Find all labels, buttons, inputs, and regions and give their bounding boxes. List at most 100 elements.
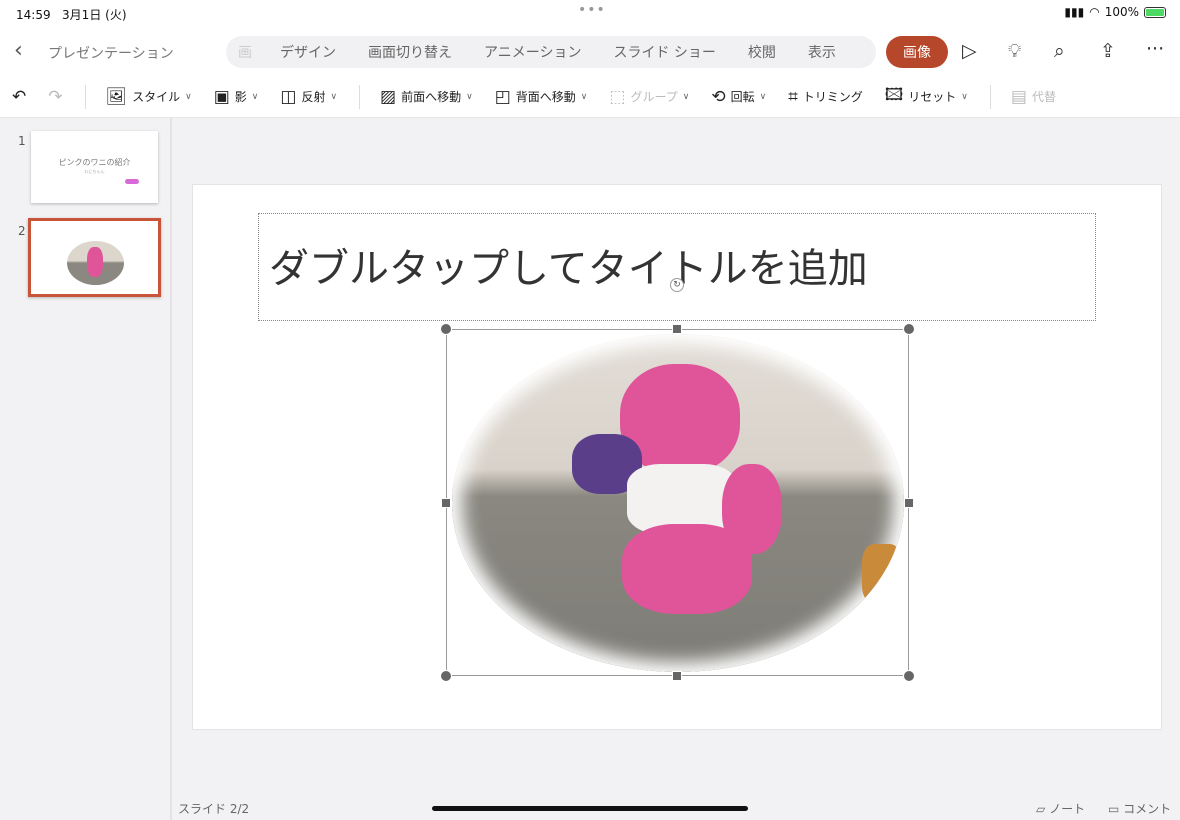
plush-shape — [87, 247, 103, 277]
alt-text-button[interactable]: ▤ 代替 — [1011, 87, 1056, 107]
slide-thumbnail-1[interactable]: ピンクのワニの紹介 わにちゃん — [31, 131, 158, 203]
tab-transitions[interactable]: 画面切り替え — [352, 42, 468, 62]
status-time: 14:59 3月1日 (火) — [16, 8, 127, 22]
chevron-down-icon: ∨ — [580, 91, 588, 102]
shadow-button[interactable]: ▣ 影 ∨ — [214, 87, 259, 107]
thumbnail-title: ピンクのワニの紹介 — [58, 158, 131, 167]
style-button[interactable]: 🖼︎ スタイル ∨ — [106, 87, 192, 107]
tab-strip: 画 デザイン 画面切り替え アニメーション スライド ショー 校閲 表示 — [226, 36, 876, 68]
comment-icon: ▭ — [1108, 802, 1120, 816]
send-backward-button[interactable]: ◰ 背面へ移動 ∨ — [495, 87, 588, 107]
chevron-down-icon: ∨ — [185, 91, 192, 102]
slide-counter: スライド 2/2 — [178, 802, 250, 816]
send-backward-icon: ◰ — [494, 86, 511, 107]
label: 影 — [234, 90, 247, 104]
tab-picture[interactable]: 画像 — [886, 36, 948, 68]
notes-button[interactable]: ▱ ノート — [1036, 800, 1085, 817]
picture-style-icon: 🖼︎ — [105, 86, 128, 107]
resize-handle[interactable] — [903, 670, 915, 682]
reflection-icon: ◫ — [280, 86, 297, 107]
signal-icon: ▮▮▮ — [1064, 5, 1085, 19]
battery-icon — [1144, 6, 1166, 18]
chevron-down-icon: ∨ — [330, 91, 338, 102]
label: 前面へ移動 — [401, 90, 462, 104]
wifi-icon: ◠ — [1089, 5, 1100, 19]
home-indicator[interactable] — [432, 806, 748, 811]
chevron-down-icon: ∨ — [961, 91, 968, 102]
reset-picture-icon: 🖾 — [884, 85, 904, 105]
label: 代替 — [1031, 90, 1056, 104]
more-icon[interactable]: ··· — [1146, 38, 1164, 60]
back-icon[interactable]: ‹ — [14, 38, 23, 63]
group-button[interactable]: ⬚ グループ ∨ — [609, 87, 689, 107]
thumbnail-subtitle: わにちゃん — [84, 169, 105, 174]
resize-handle[interactable] — [440, 323, 452, 335]
slide-number: 2 — [18, 224, 26, 238]
rotate-handle-icon[interactable]: ↻ — [670, 278, 684, 292]
resize-handle[interactable] — [904, 498, 914, 508]
label: トリミング — [802, 90, 863, 104]
resize-handle[interactable] — [441, 498, 451, 508]
bring-forward-icon: ▨ — [380, 86, 397, 107]
tab-slideshow[interactable]: スライド ショー — [597, 42, 731, 62]
reflection-button[interactable]: ◫ 反射 ∨ — [280, 87, 337, 107]
shadow-icon: ▣ — [213, 86, 230, 107]
tab-review[interactable]: 校閲 — [732, 42, 792, 62]
label: 反射 — [301, 90, 326, 104]
document-title[interactable]: プレゼンテーション — [48, 43, 174, 63]
status-bar: 14:59 3月1日 (火) ••• ▮▮▮ ◠ 100% — [0, 0, 1180, 28]
chevron-down-icon: ∨ — [759, 91, 767, 102]
ribbon-tabs: ‹ プレゼンテーション 画 デザイン 画面切り替え アニメーション スライド シ… — [0, 28, 1180, 76]
rotate-button[interactable]: ⟲ 回転 ∨ — [711, 87, 766, 107]
label: コメント — [1123, 802, 1172, 816]
chevron-down-icon: ∨ — [251, 91, 259, 102]
chevron-down-icon: ∨ — [466, 91, 473, 102]
lightbulb-icon[interactable]: 💡︎ — [1008, 40, 1021, 62]
tab-animations[interactable]: アニメーション — [468, 42, 597, 62]
undo-button[interactable]: ↶ — [12, 87, 26, 107]
slide-number: 1 — [18, 134, 26, 148]
crocodile-image — [125, 179, 139, 184]
label: グループ — [630, 90, 678, 104]
photo-thumbnail — [67, 241, 124, 285]
divider — [359, 84, 361, 109]
label: ノート — [1049, 802, 1086, 816]
crop-icon: ⌗ — [788, 86, 798, 107]
battery-percent: 100% — [1104, 5, 1139, 19]
title-placeholder[interactable]: ダブルタップしてタイトルを追加 — [258, 213, 1096, 321]
alt-text-icon: ▤ — [1010, 86, 1027, 107]
undo-icon: ↶ — [12, 86, 27, 107]
rotate-icon: ⟲ — [711, 86, 726, 107]
divider — [989, 84, 991, 109]
multitasking-dots[interactable]: ••• — [578, 2, 606, 18]
label: 背面へ移動 — [515, 90, 576, 104]
share-icon[interactable]: ⇪ — [1100, 40, 1116, 62]
crop-button[interactable]: ⌗ トリミング — [788, 87, 863, 107]
label: スタイル — [132, 90, 181, 104]
slide-thumbnail-2[interactable] — [28, 218, 161, 297]
tab-draw[interactable]: 画 — [226, 42, 264, 62]
group-icon: ⬚ — [609, 86, 626, 107]
picture-toolbar: ↶ ↷ 🖼︎ スタイル ∨ ▣ 影 ∨ ◫ 反射 ∨ ▨ 前面へ移動 ∨ ◰ 背面へ移動 ∨ ⬚ グル… — [0, 76, 1180, 118]
chevron-down-icon: ∨ — [682, 91, 690, 102]
tab-design[interactable]: デザイン — [264, 42, 352, 62]
redo-icon: ↷ — [48, 86, 63, 107]
divider — [84, 84, 86, 109]
resize-handle[interactable] — [903, 323, 915, 335]
label: 回転 — [730, 90, 755, 104]
bring-forward-button[interactable]: ▨ 前面へ移動 ∨ — [380, 87, 473, 107]
resize-handle[interactable] — [672, 324, 682, 334]
slide-thumbnail-panel: 1 ピンクのワニの紹介 わにちゃん 2 — [0, 118, 172, 820]
tab-view[interactable]: 表示 — [792, 42, 852, 62]
selection-box — [446, 329, 909, 676]
search-icon[interactable]: ⌕ — [1054, 40, 1065, 62]
title-placeholder-text: ダブルタップしてタイトルを追加 — [269, 246, 868, 292]
redo-button[interactable]: ↷ — [48, 87, 62, 107]
comments-button[interactable]: ▭ コメント — [1108, 800, 1171, 817]
resize-handle[interactable] — [672, 671, 682, 681]
play-icon[interactable]: ▷ — [962, 40, 977, 62]
reset-button[interactable]: 🖾 リセット ∨ — [885, 82, 968, 111]
resize-handle[interactable] — [440, 670, 452, 682]
label: リセット — [908, 90, 957, 104]
notes-icon: ▱ — [1036, 802, 1046, 816]
